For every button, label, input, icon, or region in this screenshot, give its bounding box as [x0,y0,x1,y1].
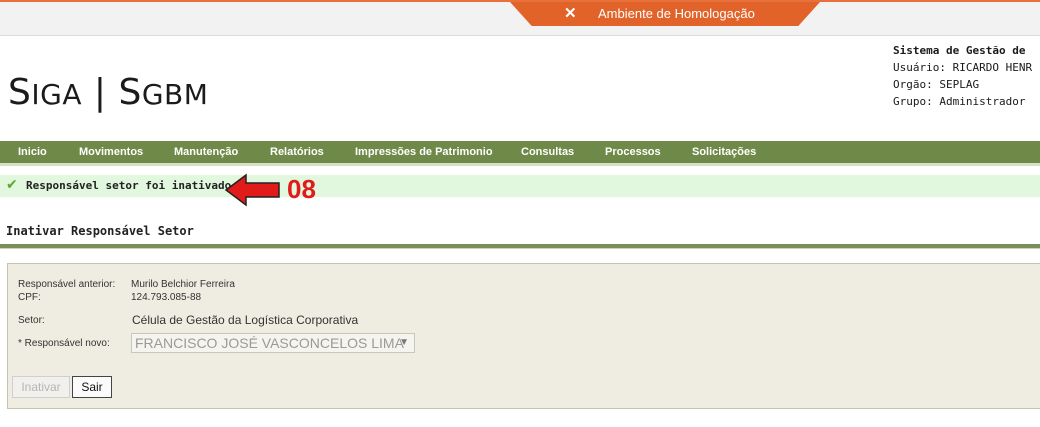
nav-item-movimentos[interactable]: Movimentos [79,141,143,163]
org-info: Orgão: SEPLAG [893,78,980,91]
new-responsible-selected: FRANCISCO JOSÉ VASCONCELOS LIMA [135,335,404,351]
annotation-number: 08 [287,174,316,204]
nav-item-consultas[interactable]: Consultas [521,141,574,163]
top-bar: ✕ Ambiente de Homologação [0,0,1040,36]
nav-item-manutencao[interactable]: Manutenção [174,141,238,163]
form-panel: Responsável anterior: Murilo Belchior Fe… [7,263,1040,409]
nav-item-processos[interactable]: Processos [605,141,661,163]
sector-value: Célula de Gestão da Logística Corporativ… [132,313,359,327]
environment-tab: ✕ Ambiente de Homologação [510,2,820,26]
sector-label: Setor: [18,315,45,326]
nav-item-relatorios[interactable]: Relatórios [270,141,324,163]
system-info: Sistema de Gestão de Usuário: RICARDO HE… [893,42,1032,110]
cpf-value: 124.793.085-88 [131,292,202,303]
previous-responsible-value: Murilo Belchior Ferreira [131,279,235,290]
annotation-arrow-icon [224,173,280,207]
nav-item-inicio[interactable]: Inicio [18,141,47,163]
group-info: Grupo: Administrador [893,95,1026,108]
previous-responsible-label: Responsável anterior: [18,279,116,290]
success-message-bar: ✔ Responsável setor foi inativado. [0,175,1040,197]
main-nav: Inicio Movimentos Manutenção Relatórios … [0,141,1040,166]
exit-button[interactable]: Sair [72,376,112,398]
chevron-down-icon: ▼ [399,337,409,348]
checkmark-icon: ✔ [6,177,18,193]
app-logo: SIGA | SGBM [8,72,209,113]
new-responsible-label: * Responsável novo: [18,338,110,349]
new-responsible-select[interactable]: FRANCISCO JOSÉ VASCONCELOS LIMA ▼ [131,333,415,353]
page-title: Inativar Responsável Setor [6,224,194,238]
cpf-label: CPF: [18,292,41,303]
title-divider-light [0,248,1040,249]
user-info: Usuário: RICARDO HENR [893,61,1033,74]
nav-item-impressoes[interactable]: Impressões de Patrimonio [355,141,493,163]
inactivate-button[interactable]: Inativar [12,376,70,398]
system-title: Sistema de Gestão de [893,44,1026,57]
nav-item-solicitacoes[interactable]: Solicitações [692,141,756,163]
tools-icon: ✕ [564,5,577,22]
success-message: Responsável setor foi inativado. [26,179,238,192]
environment-label: Ambiente de Homologação [598,6,755,21]
